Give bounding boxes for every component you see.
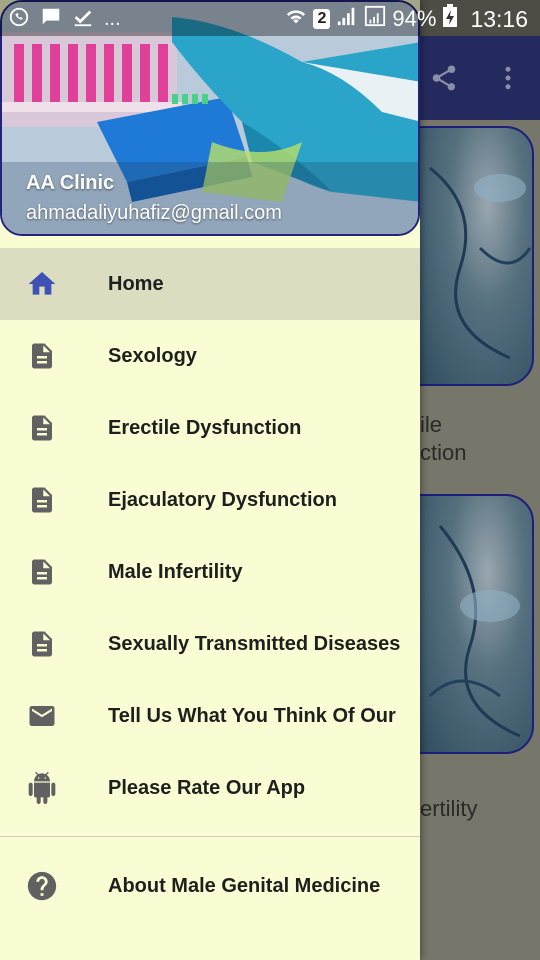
card-title: ertility [420,796,478,821]
header-email: ahmadaliyuhafiz@gmail.com [26,202,282,224]
menu-item-label: Please Rate Our App [108,776,306,799]
menu-item-label: Male Infertility [108,560,243,583]
document-icon [24,554,60,590]
share-icon[interactable] [416,36,472,120]
card-title: ile ction [420,412,467,465]
status-bar: ... 2 94% 13:16 [0,0,540,36]
document-icon [24,482,60,518]
header-name: AA Clinic [26,172,115,194]
document-icon [24,410,60,446]
more-vert-icon[interactable] [480,36,536,120]
menu-item-sexually-transmitted-diseases[interactable]: Sexually Transmitted Diseases [0,608,420,680]
menu-item-sexology[interactable]: Sexology [0,320,420,392]
menu-divider [0,836,420,837]
menu-item-home[interactable]: Home [0,248,420,320]
menu-item-label: Sexology [108,344,197,367]
card-image[interactable] [418,494,534,754]
clock: 13:16 [470,5,528,32]
menu-item-label: Tell Us What You Think Of Our [108,704,396,727]
menu-item-erectile-dysfunction[interactable]: Erectile Dysfunction [0,392,420,464]
android-icon [24,770,60,806]
menu-item-label: Ejaculatory Dysfunction [108,488,337,511]
wifi-icon [285,5,307,33]
menu-item-male-infertility[interactable]: Male Infertility [0,536,420,608]
signal-icon [336,5,358,33]
message-icon [40,6,62,33]
drawer-menu: Home Sexology Erectile Dysfunction Ejacu… [0,248,420,824]
menu-item-label: Home [108,272,164,295]
email-icon [24,698,60,734]
menu-item-feedback[interactable]: Tell Us What You Think Of Our [0,680,420,752]
home-icon [24,266,60,302]
menu-item-label: Sexually Transmitted Diseases [108,632,401,655]
menu-item-ejaculatory-dysfunction[interactable]: Ejaculatory Dysfunction [0,464,420,536]
sim-badge: 2 [313,9,331,29]
menu-item-label: Erectile Dysfunction [108,416,302,439]
overflow-indicator: ... [104,8,121,30]
check-icon [72,6,94,33]
menu-item-about[interactable]: About Male Genital Medicine [0,850,420,922]
battery-percent: 94% [392,6,437,31]
menu-item-label: About Male Genital Medicine [108,874,381,897]
help-icon [24,868,60,904]
document-icon [24,338,60,374]
navigation-drawer: AA Clinic ahmadaliyuhafiz@gmail.com Home… [0,0,420,960]
battery-charging-icon [442,4,458,34]
menu-item-rate-app[interactable]: Please Rate Our App [0,752,420,824]
header-lab-image [2,2,418,234]
document-icon [24,626,60,662]
whatsapp-icon [8,6,30,33]
signal-roaming-icon [364,5,386,33]
card-image[interactable] [418,126,534,386]
